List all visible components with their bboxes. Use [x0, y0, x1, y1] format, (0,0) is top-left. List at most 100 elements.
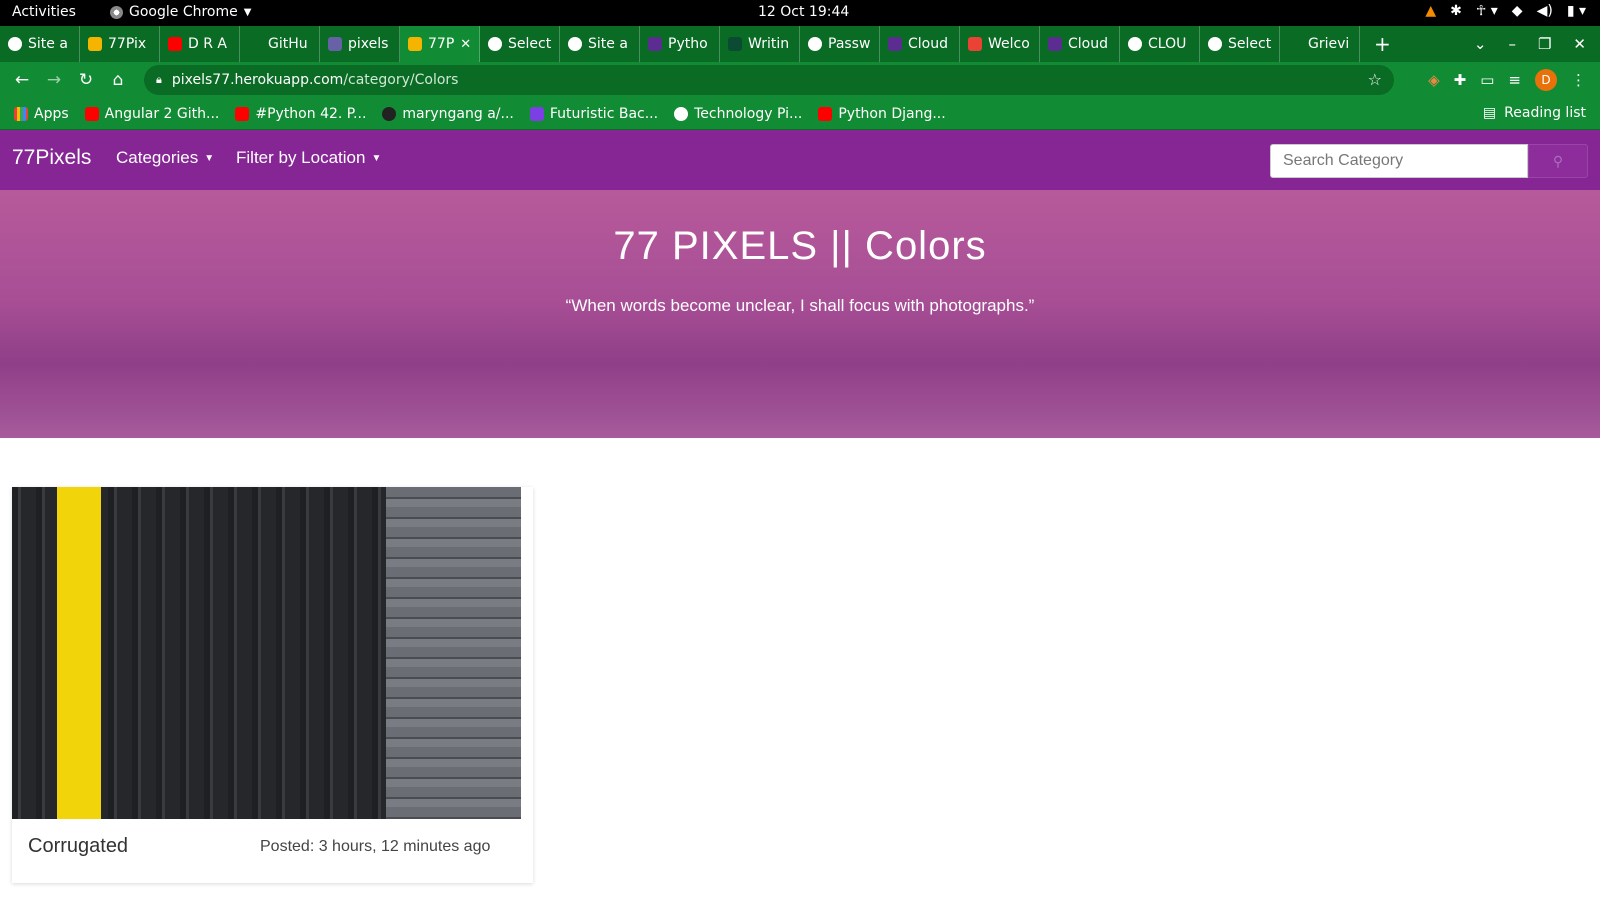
globe-icon [674, 106, 689, 121]
tab-favicon-icon [1048, 37, 1062, 51]
browser-tab[interactable]: Writin [720, 26, 800, 62]
address-bar[interactable]: 🔒︎ pixels77.herokuapp.com/category/Color… [144, 65, 1394, 95]
github-icon [248, 37, 262, 51]
browser-tab[interactable]: Select [1200, 26, 1280, 62]
tab-label: Select [1228, 36, 1272, 52]
github-icon [382, 106, 397, 121]
activities-button[interactable]: Activities [12, 4, 76, 20]
tab-label: 77P [428, 36, 455, 52]
tab-favicon-icon [648, 37, 662, 51]
google-icon [1128, 37, 1142, 51]
cast-icon[interactable]: ▭ [1480, 71, 1494, 89]
browser-tab[interactable]: Site a [0, 26, 80, 62]
browser-tab[interactable]: pixels [320, 26, 400, 62]
profile-avatar[interactable]: D [1535, 69, 1557, 91]
tab-label: pixels [348, 36, 389, 52]
clock[interactable]: 12 Oct 19:44 [758, 4, 849, 20]
bookmark-item[interactable]: maryngang a/... [374, 106, 521, 122]
bookmark-star-icon[interactable]: ☆ [1368, 70, 1382, 89]
restore-icon[interactable]: ❐ [1538, 35, 1551, 53]
caret-down-icon: ▼ [204, 152, 215, 164]
bookmark-item[interactable]: Angular 2 Gith... [77, 106, 228, 122]
search-button[interactable]: ⚲ [1528, 144, 1588, 178]
youtube-icon [168, 37, 182, 51]
browser-tab[interactable]: Grievi [1280, 26, 1360, 62]
bookmark-item[interactable]: #Python 42. P... [227, 106, 374, 122]
gmail-icon [968, 37, 982, 51]
reading-list-icon: ▤ [1482, 105, 1497, 121]
minimize-icon[interactable]: – [1508, 35, 1516, 53]
heroku-icon [328, 37, 342, 51]
close-icon[interactable]: ✕ [460, 37, 471, 52]
battery-icon[interactable]: ▮ ▾ [1567, 3, 1586, 19]
bookmark-label: Python Djang... [838, 105, 946, 122]
categories-dropdown[interactable]: Categories ▼ [116, 148, 214, 168]
system-tray[interactable]: ▲ ✱ ☥ ▾ ◆ ◀) ▮ ▾ [1425, 3, 1586, 19]
bookmark-favicon-icon [529, 106, 544, 121]
browser-tab[interactable]: Passw [800, 26, 880, 62]
youtube-icon [235, 106, 250, 121]
search-category-input[interactable] [1270, 144, 1528, 178]
card-image[interactable] [12, 487, 521, 819]
google-icon [808, 37, 822, 51]
slack-icon[interactable]: ✱ [1450, 3, 1462, 19]
browser-tab[interactable]: 77Pix [80, 26, 160, 62]
window-close-icon[interactable]: ✕ [1573, 35, 1586, 53]
reading-list-label: Reading list [1504, 105, 1586, 121]
filter-location-dropdown[interactable]: Filter by Location ▼ [236, 148, 381, 168]
color-picker-extension-icon[interactable]: ◈ [1428, 71, 1440, 89]
browser-tab[interactable]: GitHu [240, 26, 320, 62]
bookmark-item[interactable]: Futuristic Bac... [522, 106, 666, 122]
vlc-icon[interactable]: ▲ [1425, 3, 1436, 19]
tab-favicon-icon [888, 37, 902, 51]
app-menu[interactable]: Google Chrome ▼ [110, 4, 251, 20]
youtube-icon [818, 106, 833, 121]
browser-tab[interactable]: Cloud [1040, 26, 1120, 62]
bookmark-item[interactable]: Python Djang... [810, 106, 953, 122]
tab-favicon-icon [1208, 37, 1222, 51]
youtube-icon [84, 106, 99, 121]
browser-tab[interactable]: Pytho [640, 26, 720, 62]
tab-label: 77Pix [108, 36, 147, 52]
media-control-icon[interactable]: ≡ [1508, 71, 1521, 89]
tab-label: CLOU [1148, 36, 1187, 52]
filter-location-label: Filter by Location [236, 148, 366, 167]
url-path: /category/Colors [343, 72, 459, 88]
forward-icon[interactable]: → [38, 70, 70, 90]
apps-grid-icon [14, 106, 28, 121]
new-tab-button[interactable]: + [1360, 32, 1405, 56]
image-card[interactable]: Corrugated Posted: 3 hours, 12 minutes a… [12, 487, 533, 883]
hero-banner: 77 PIXELS || Colors “When words become u… [0, 190, 1600, 438]
site-brand[interactable]: 77Pixels [12, 146, 91, 170]
reload-icon[interactable]: ↻ [70, 70, 102, 90]
reading-list-button[interactable]: ▤ Reading list [1483, 105, 1586, 121]
home-icon[interactable]: ⌂ [102, 70, 134, 90]
tab-label: Site a [28, 36, 68, 52]
lock-icon[interactable]: 🔒︎ [156, 73, 162, 87]
tab-label: Passw [828, 36, 871, 52]
wifi-icon[interactable]: ◆ [1512, 3, 1523, 19]
browser-tab[interactable]: Site a [560, 26, 640, 62]
browser-tab-active[interactable]: 77P ✕ [400, 26, 480, 62]
tab-label: Welco [988, 36, 1030, 52]
browser-tab[interactable]: Cloud [880, 26, 960, 62]
bookmark-label: maryngang a/... [402, 105, 514, 122]
browser-tab[interactable]: Select [480, 26, 560, 62]
browser-tab[interactable]: CLOU [1120, 26, 1200, 62]
bookmark-item[interactable]: Technology Pi... [666, 106, 810, 122]
chevron-down-icon: ▼ [243, 6, 252, 18]
browser-tab[interactable]: D R A [160, 26, 240, 62]
back-icon[interactable]: ← [6, 70, 38, 90]
page-title: 77 PIXELS || Colors [613, 224, 987, 268]
more-menu-icon[interactable]: ⋮ [1571, 71, 1586, 89]
search-icon: ⚲ [1552, 152, 1564, 169]
hero-quote: “When words become unclear, I shall focu… [565, 296, 1035, 315]
browser-tab[interactable]: Welco [960, 26, 1040, 62]
bookmark-item[interactable]: Apps [0, 106, 77, 122]
extensions-puzzle-icon[interactable]: ✚ [1454, 71, 1467, 89]
accessibility-icon[interactable]: ☥ ▾ [1476, 3, 1498, 19]
caret-down-icon: ▼ [371, 152, 382, 164]
categories-label: Categories [116, 148, 199, 167]
volume-icon[interactable]: ◀) [1537, 3, 1553, 19]
tab-search-icon[interactable]: ⌄ [1474, 35, 1487, 53]
